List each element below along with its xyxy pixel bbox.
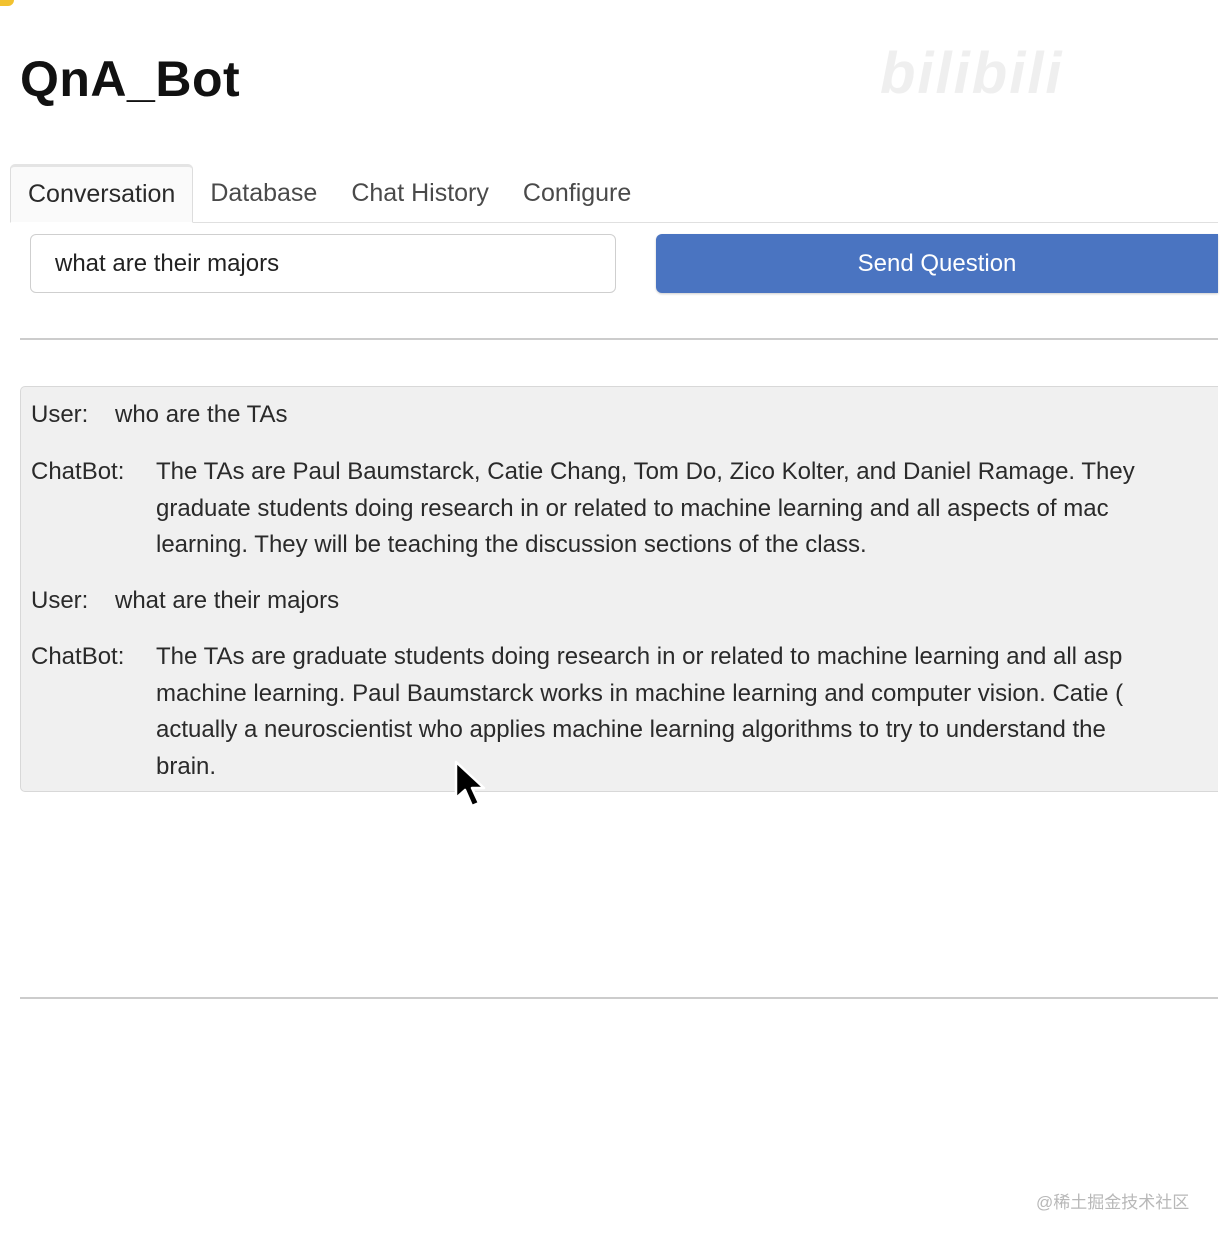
watermark-bottom: @稀土掘金技术社区 <box>1036 1193 1190 1212</box>
tab-bar: Conversation Database Chat History Confi… <box>10 164 1218 223</box>
mouse-pointer-icon <box>454 760 486 808</box>
speaker-label: User: <box>31 401 89 428</box>
message-text: The TAs are graduate students doing rese… <box>156 643 1124 780</box>
send-question-button[interactable]: Send Question <box>656 234 1218 293</box>
page-title: QnA_Bot <box>20 51 241 107</box>
conversation-panel: User: who are the TAs ChatBot: The TAs a… <box>20 386 1218 792</box>
speaker-label: ChatBot: <box>31 643 125 670</box>
question-input[interactable] <box>30 234 616 293</box>
speaker-label: ChatBot: <box>31 458 125 485</box>
top-divider <box>20 338 1218 340</box>
watermark-top: bilibili <box>880 41 1064 106</box>
message-text: The TAs are Paul Baumstarck, Catie Chang… <box>156 458 1135 558</box>
tab-chat-history[interactable]: Chat History <box>334 165 506 222</box>
bottom-divider <box>20 997 1218 999</box>
tab-database[interactable]: Database <box>193 165 334 222</box>
tab-conversation[interactable]: Conversation <box>10 164 194 223</box>
message-text: who are the TAs <box>115 401 288 428</box>
speaker-label: User: <box>31 587 89 614</box>
tab-configure[interactable]: Configure <box>506 165 648 222</box>
message-text: what are their majors <box>115 587 340 614</box>
window-corner-accent <box>0 0 14 6</box>
